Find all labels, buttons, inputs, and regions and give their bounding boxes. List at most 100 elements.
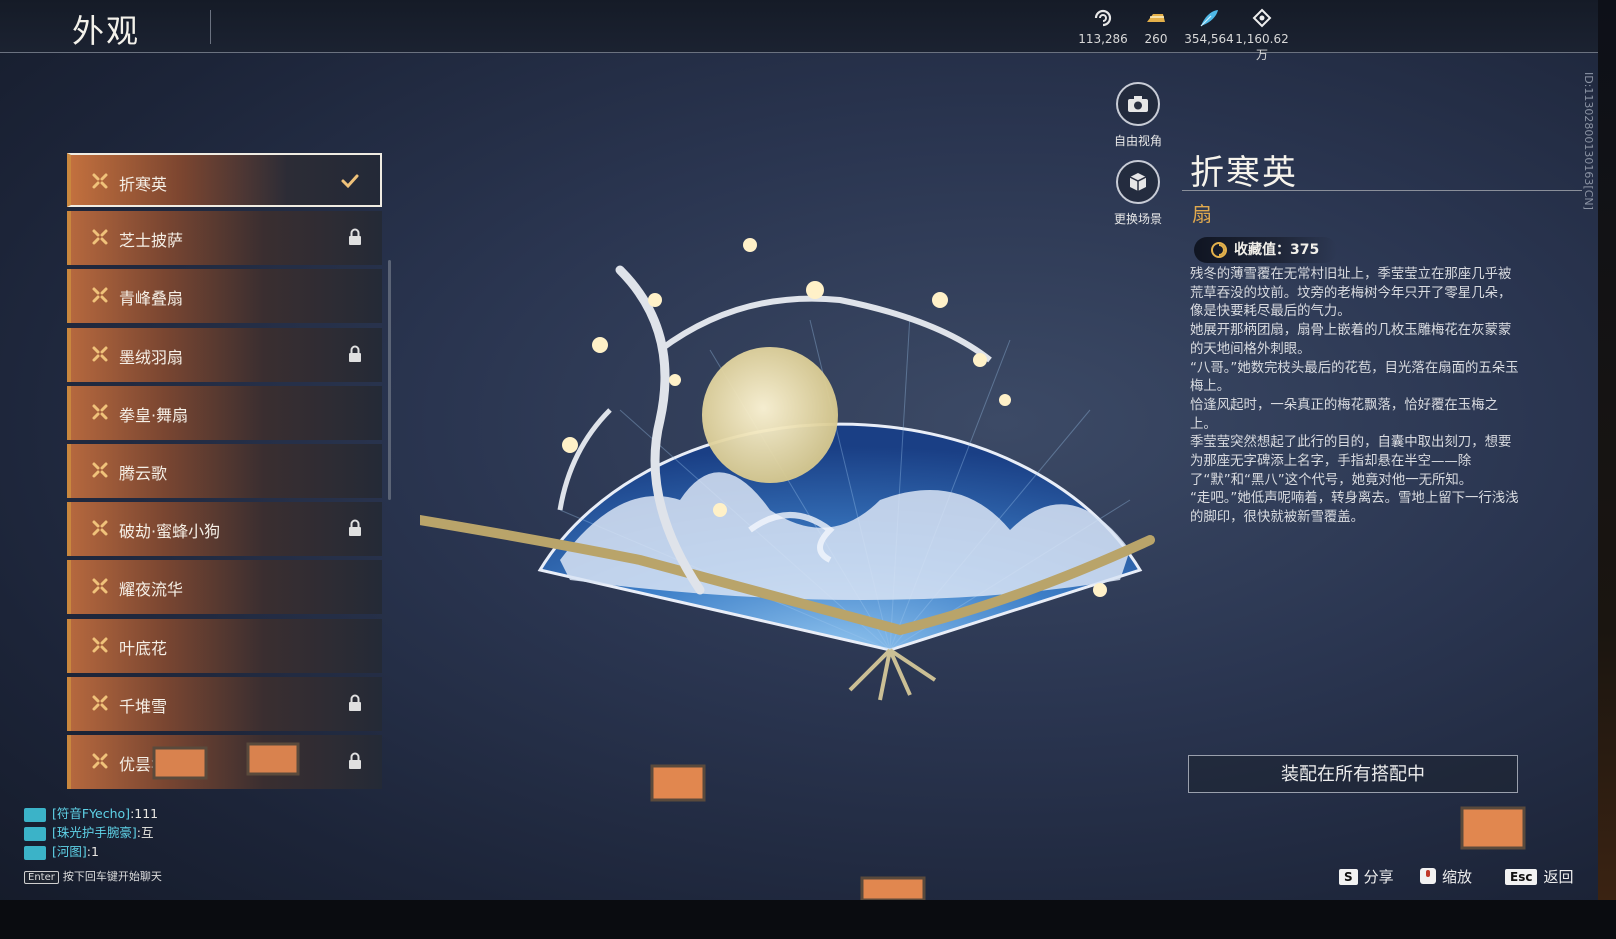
list-item-label: 叶底花 <box>119 638 168 658</box>
flower-bullet-icon <box>91 752 109 770</box>
lantern-decor <box>1460 806 1526 850</box>
flower-bullet-icon <box>91 228 109 246</box>
flower-bullet-icon <box>91 403 109 421</box>
list-item-label: 青峰叠扇 <box>119 289 184 309</box>
fan-preview[interactable] <box>420 150 1180 730</box>
list-item-label: 腾云歌 <box>119 464 168 483</box>
name-divider <box>1182 190 1582 191</box>
title-divider <box>210 10 211 44</box>
list-item-label: 折寒英 <box>119 175 168 194</box>
flower-bullet-icon <box>91 519 109 537</box>
bottom-strip <box>0 900 1616 939</box>
chat-sender: [珠光护手腕豪] <box>52 825 137 840</box>
list-item[interactable]: 腾云歌 <box>67 444 382 498</box>
flower-bullet-icon <box>91 577 109 595</box>
list-item[interactable]: 拳皇·舞扇 <box>67 385 382 440</box>
check-icon <box>340 171 360 191</box>
chat-line[interactable]: [符音FYecho]:111 <box>24 803 158 822</box>
chat-sender: [符音FYecho] <box>52 806 131 821</box>
currency-value: 260 <box>1144 32 1168 46</box>
lantern-decor <box>152 746 208 780</box>
lock-icon <box>348 345 362 363</box>
description-paragraph: 残冬的薄雪覆在无常村旧址上，季莹莹立在那座几乎被荒草吞没的坟前。坟旁的老梅树今年… <box>1190 267 1512 320</box>
chat-sender: [河图] <box>52 844 87 859</box>
flower-bullet-icon <box>91 461 109 479</box>
lantern-decor <box>246 742 300 776</box>
lantern-decor <box>860 876 926 900</box>
flower-bullet-icon <box>91 345 109 363</box>
chat-channel-icon <box>24 845 46 860</box>
list-item-label: 拳皇·舞扇 <box>119 405 189 425</box>
chat-hint-text: 按下回车键开始聊天 <box>62 870 162 883</box>
description-paragraph: “八哥。”她数完枝头最后的花苞，目光落在扇面的五朵玉梅上。 <box>1190 360 1519 395</box>
diamond-eye-icon <box>1231 8 1293 28</box>
camera-icon <box>1116 82 1160 126</box>
lock-icon <box>348 519 362 537</box>
chat-text: :1 <box>86 844 99 859</box>
zoom-button[interactable]: 缩放 <box>1420 866 1472 887</box>
item-name: 折寒英 <box>1190 153 1298 193</box>
equip-all-button[interactable]: 装配在所有搭配中 <box>1188 755 1518 793</box>
item-type: 扇 <box>1192 202 1212 226</box>
back-label: 返回 <box>1543 868 1574 886</box>
lantern-decor <box>650 764 706 802</box>
currency-diamond: 1,160.62万 <box>1231 8 1293 63</box>
page-title: 外观 <box>72 12 141 50</box>
list-item[interactable]: 芝士披萨 <box>67 211 382 266</box>
chat-line[interactable]: [河图]:1 <box>24 841 99 860</box>
back-button[interactable]: Esc 返回 <box>1505 866 1573 887</box>
free-view-button[interactable]: 自由视角 <box>1098 82 1178 149</box>
flower-bullet-icon <box>91 172 109 190</box>
list-item[interactable]: 叶底花 <box>67 618 382 673</box>
vertical-id-text: ID:11302800130163[CN] <box>1582 72 1595 210</box>
share-key: S <box>1339 869 1358 885</box>
currency-value: 113,286 <box>1078 32 1128 46</box>
share-label: 分享 <box>1363 868 1394 886</box>
list-item[interactable]: 千堆雪 <box>67 676 382 731</box>
chat-text: :111 <box>130 806 159 821</box>
description-paragraph: 她展开那柄团扇，扇骨上嵌着的几枚玉雕梅花在灰蒙蒙的天地间格外刺眼。 <box>1190 323 1512 357</box>
chat-line[interactable]: [珠光护手腕豪]:互 <box>24 822 153 841</box>
chat-channel-icon <box>24 826 46 841</box>
list-item[interactable]: 青峰叠扇 <box>67 269 382 324</box>
change-scene-label: 更换场景 <box>1113 212 1162 226</box>
cube-icon <box>1116 160 1160 204</box>
description-paragraph: 季莹莹突然想起了此行的目的，自囊中取出刻刀，想要为那座无字碑添上名字，手指却悬在… <box>1190 435 1512 488</box>
side-edge <box>1598 0 1616 900</box>
flower-bullet-icon <box>91 636 109 654</box>
list-item-label: 千堆雪 <box>119 696 168 716</box>
mouse-wheel-icon <box>1420 868 1436 884</box>
list-scrollbar[interactable] <box>388 260 391 500</box>
list-item-label: 耀夜流华 <box>119 580 184 600</box>
flower-bullet-icon <box>91 694 109 712</box>
chat-hint[interactable]: Enter 按下回车键开始聊天 <box>24 868 162 884</box>
appearance-list[interactable]: 折寒英芝士披萨青峰叠扇墨绒羽扇拳皇·舞扇腾云歌破劫·蜜蜂小狗 耀夜流华叶底花千堆雪… <box>67 153 384 798</box>
chat-channel-icon <box>24 807 46 822</box>
currency-value: 354,564 <box>1184 32 1234 46</box>
description-paragraph: 恰逢风起时，一朵真正的梅花飘落，恰好覆在玉梅之上。 <box>1190 397 1498 432</box>
list-item[interactable]: 折寒英 <box>67 153 382 207</box>
list-item-label: 墨绒羽扇 <box>119 347 184 367</box>
top-bar: 外观 113,286 260 354,564 1,160.62万 <box>0 0 1598 62</box>
collect-value-badge: 收藏值：375 <box>1194 237 1338 263</box>
enter-key-icon: Enter <box>24 871 59 884</box>
esc-key: Esc <box>1505 869 1538 885</box>
share-button[interactable]: S 分享 <box>1339 866 1394 887</box>
list-item[interactable]: 耀夜流华 <box>67 560 382 615</box>
list-item-label: 芝士披萨 <box>119 231 184 251</box>
list-item[interactable]: 墨绒羽扇 <box>67 327 382 382</box>
change-scene-button[interactable]: 更换场景 <box>1098 160 1178 227</box>
chat-text: :互 <box>136 825 154 840</box>
item-description: 残冬的薄雪覆在无常村旧址上，季莹莹立在那座几乎被荒草吞没的坟前。坟旁的老梅树今年… <box>1190 266 1520 528</box>
flower-bullet-icon <box>91 286 109 304</box>
list-item-label: 破劫·蜜蜂小狗 <box>119 522 221 542</box>
lock-icon <box>348 752 362 770</box>
collect-icon <box>1210 241 1228 268</box>
lock-icon <box>348 228 362 246</box>
currency-value: 1,160.62万 <box>1235 32 1289 62</box>
list-item[interactable]: 优昙华 <box>67 735 382 789</box>
collect-label: 收藏值：375 <box>1234 242 1320 258</box>
lock-icon <box>348 694 362 712</box>
free-view-label: 自由视角 <box>1113 134 1162 148</box>
list-item[interactable]: 破劫·蜜蜂小狗 <box>67 502 382 557</box>
